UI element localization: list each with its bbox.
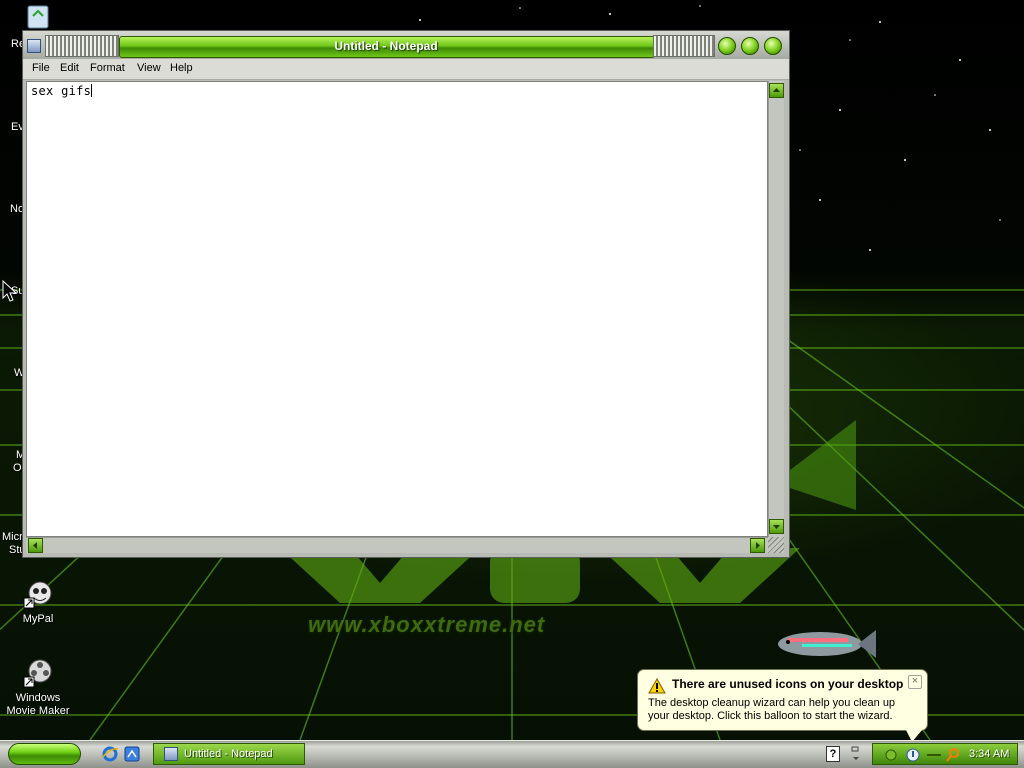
movie-maker-label: Windows Movie Maker (6, 692, 70, 717)
balloon-body: The desktop cleanup wizard can help you … (648, 697, 896, 722)
editor-text: sex gifs (31, 84, 92, 98)
balloon-title: There are unused icons on your desktop (672, 677, 904, 691)
start-button[interactable] (8, 743, 81, 765)
arrow-left-icon (33, 542, 37, 549)
notepad-task-icon (164, 747, 178, 761)
desktop-icon-windows-movie-maker[interactable]: Windows Movie Maker (0, 657, 76, 718)
toolbar-chevron-icon[interactable] (850, 744, 862, 764)
scroll-down-button[interactable] (769, 519, 784, 534)
movie-maker-icon (23, 659, 52, 688)
title-grille-right (653, 35, 715, 57)
notification-balloon[interactable]: There are unused icons on your desktop ×… (637, 669, 928, 742)
menu-format[interactable]: Format (90, 62, 125, 74)
scroll-left-button[interactable] (28, 538, 43, 553)
scroll-right-button[interactable] (750, 538, 765, 553)
mouse-pointer-icon (2, 280, 18, 302)
tray-network-icon[interactable] (883, 748, 899, 762)
taskbar: Untitled - Notepad ? 3:34 AM (0, 740, 1024, 768)
warning-icon (648, 678, 666, 694)
title-grille-left (45, 35, 119, 57)
desktop-icon-label-o[interactable]: O (13, 462, 22, 474)
notepad-window[interactable]: Untitled - Notepad File Edit Format View… (22, 30, 790, 558)
taskbar-button-notepad[interactable]: Untitled - Notepad (153, 743, 305, 765)
balloon-close-button[interactable]: × (908, 675, 922, 689)
system-tray: 3:34 AM (872, 743, 1018, 765)
recycle-bin-icon[interactable] (24, 2, 52, 30)
menu-help[interactable]: Help (170, 62, 193, 74)
title-bar[interactable]: Untitled - Notepad (23, 31, 789, 59)
notepad-app-icon[interactable] (27, 39, 41, 53)
minimize-button[interactable] (718, 37, 736, 55)
show-desktop-quicklaunch-icon[interactable] (123, 745, 141, 763)
arrow-down-icon (773, 525, 780, 529)
fish-graphic (778, 630, 876, 658)
clock[interactable]: 3:34 AM (969, 748, 1009, 760)
scroll-up-button[interactable] (769, 83, 784, 98)
watermark-url: www.xboxxtreme.net (308, 612, 546, 637)
resize-grip[interactable] (768, 537, 784, 553)
arrow-up-icon (773, 88, 780, 92)
menu-edit[interactable]: Edit (60, 62, 79, 74)
tray-minus-icon[interactable] (925, 748, 943, 762)
internet-explorer-icon[interactable] (101, 745, 119, 763)
maximize-button[interactable] (741, 37, 759, 55)
desktop-icon-mypal[interactable]: MyPal (0, 578, 76, 626)
tray-search-icon[interactable] (945, 747, 961, 763)
vertical-scrollbar[interactable] (768, 81, 784, 537)
menu-view[interactable]: View (137, 62, 161, 74)
taskbar-button-label: Untitled - Notepad (184, 748, 273, 760)
arrow-right-icon (756, 542, 760, 549)
text-caret (91, 84, 93, 97)
window-title: Untitled - Notepad (334, 39, 438, 53)
mypal-label: MyPal (22, 613, 54, 625)
close-button[interactable] (764, 37, 782, 55)
mypal-icon (23, 581, 52, 609)
editor-content[interactable]: sex gifs (31, 84, 93, 98)
tray-cleanup-icon[interactable] (905, 746, 921, 764)
menu-bar: File Edit Format View Help (23, 59, 789, 80)
text-editor[interactable]: sex gifs (26, 81, 768, 537)
horizontal-scrollbar[interactable] (26, 537, 768, 553)
help-icon[interactable]: ? (826, 746, 840, 762)
menu-file[interactable]: File (32, 62, 50, 74)
